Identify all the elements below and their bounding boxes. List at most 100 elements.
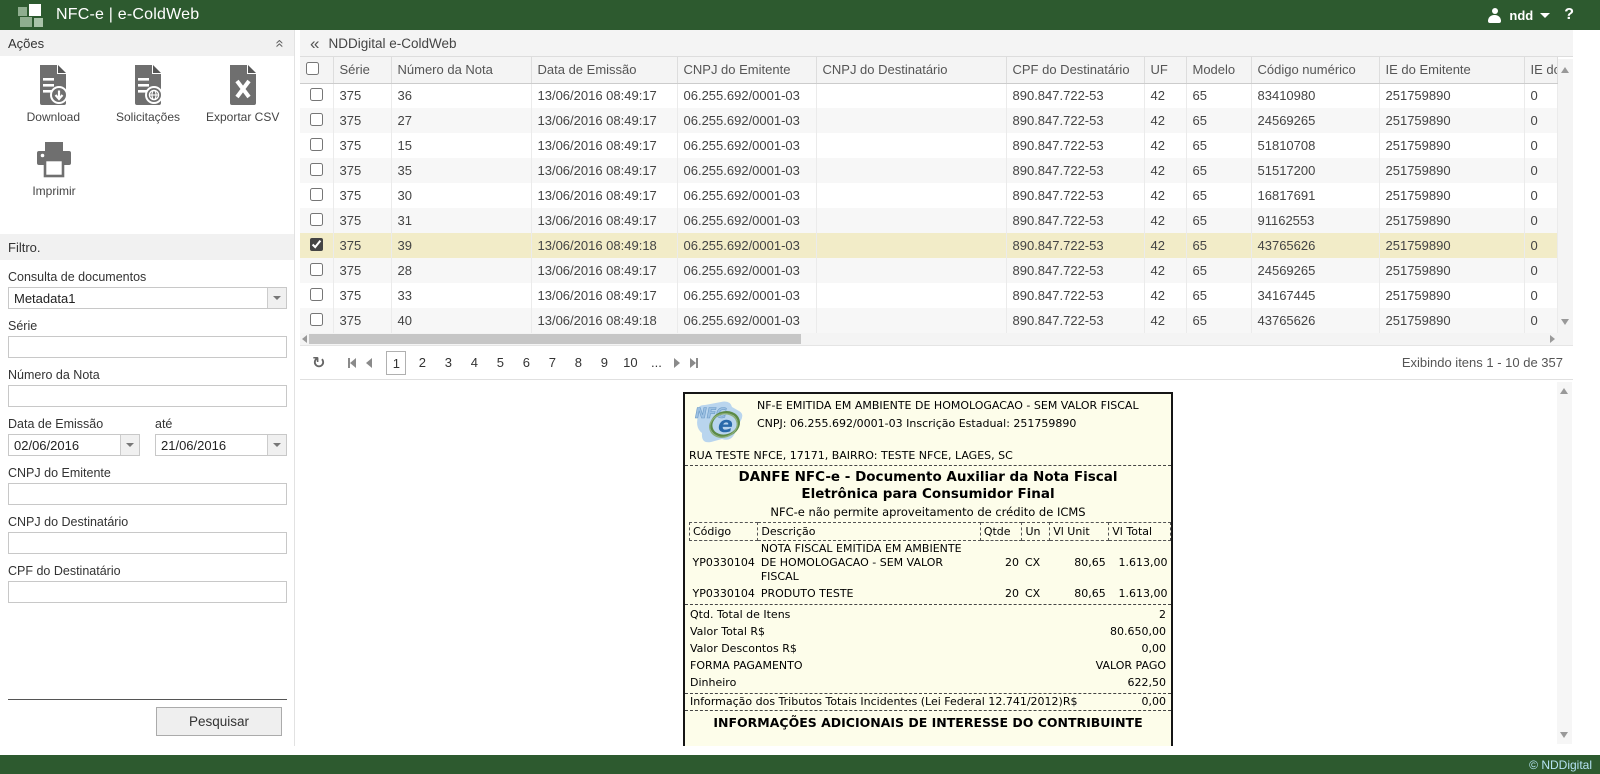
collapse-panel-icon[interactable]: « [272,39,287,47]
page-number[interactable]: 5 [490,351,510,375]
col-ie-destinatario[interactable]: IE do [1524,57,1557,83]
cnpj-emitente-input[interactable] [8,483,287,505]
download-button[interactable]: Download [6,64,101,124]
danfe-total-row: Dinheiro622,50 [685,674,1171,691]
exportar-csv-button[interactable]: Exportar CSV [195,64,290,124]
serie-label: Série [8,319,286,333]
col-modelo[interactable]: Modelo [1186,57,1251,83]
exportar-csv-label: Exportar CSV [206,110,279,124]
danfe-tributos-row: Informação dos Tributos Totais Incidente… [685,693,1171,711]
pesquisar-button[interactable]: Pesquisar [156,707,282,736]
table-row[interactable]: 375 35 13/06/2016 08:49:17 06.255.692/00… [300,158,1557,183]
row-checkbox[interactable] [310,163,323,176]
page-number[interactable]: ... [646,351,666,375]
danfe-col-codigo: Código [690,522,758,540]
page-number[interactable]: 9 [594,351,614,375]
scroll-down-icon[interactable] [1560,732,1568,738]
row-checkbox[interactable] [310,138,323,151]
data-emissao-label: Data de Emissão [8,417,140,431]
row-checkbox[interactable] [310,313,323,326]
row-checkbox[interactable] [310,238,323,251]
scroll-right-icon[interactable] [1550,335,1555,343]
page-number[interactable]: 7 [542,351,562,375]
solicitacoes-label: Solicitações [116,110,180,124]
refresh-icon[interactable]: ↻ [312,353,325,372]
page-number[interactable]: 10 [620,351,640,375]
row-checkbox[interactable] [310,213,323,226]
previous-page-button[interactable] [366,358,372,368]
page-number[interactable]: 2 [412,351,432,375]
sidebar: Ações « Download [0,30,295,746]
grid-horizontal-scrollbar[interactable] [300,333,1573,345]
last-page-button[interactable] [690,358,698,368]
data-emissao-de-select[interactable]: 02/06/2016 [8,434,140,456]
table-row[interactable]: 375 15 13/06/2016 08:49:17 06.255.692/00… [300,133,1557,158]
table-row[interactable]: 375 27 13/06/2016 08:49:17 06.255.692/00… [300,108,1557,133]
user-menu[interactable]: ndd [1487,8,1550,23]
table-row[interactable]: 375 30 13/06/2016 08:49:17 06.255.692/00… [300,183,1557,208]
scroll-down-icon[interactable] [1561,319,1569,325]
col-cnpj-emitente[interactable]: CNPJ do Emitente [677,57,816,83]
cpf-destinatario-input[interactable] [8,581,287,603]
page-list: 12345678910... [383,351,669,375]
app-title: NFC-e | e-ColdWeb [56,6,199,24]
page-number[interactable]: 4 [464,351,484,375]
table-row[interactable]: 375 33 13/06/2016 08:49:17 06.255.692/00… [300,283,1557,308]
table-row[interactable]: 375 39 13/06/2016 08:49:18 06.255.692/00… [300,233,1557,258]
cnpj-destinatario-input[interactable] [8,532,287,554]
consulta-value: Metadata1 [14,291,75,306]
col-cnpj-destinatario[interactable]: CNPJ do Destinatário [816,57,1006,83]
page-number[interactable]: 6 [516,351,536,375]
page-number[interactable]: 8 [568,351,588,375]
danfe-total-row: FORMA PAGAMENTOVALOR PAGO [685,657,1171,674]
data-emissao-ate-select[interactable]: 21/06/2016 [155,434,287,456]
table-row[interactable]: 375 31 13/06/2016 08:49:17 06.255.692/00… [300,208,1557,233]
col-data-emissao[interactable]: Data de Emissão [531,57,677,83]
danfe-address: RUA TESTE NFCE, 17171, BAIRRO: TESTE NFC… [685,447,1171,466]
col-numero-nota[interactable]: Número da Nota [391,57,531,83]
danfe-col-un: Un [1022,522,1050,540]
danfe-cnpj-text: CNPJ: 06.255.692/0001-03 Inscrição Estad… [757,417,1139,431]
collapse-left-icon[interactable]: « [310,35,319,52]
row-checkbox[interactable] [310,188,323,201]
chevron-down-icon[interactable] [267,288,286,308]
table-row[interactable]: 375 40 13/06/2016 08:49:18 06.255.692/00… [300,308,1557,333]
scroll-up-icon[interactable] [1561,67,1569,73]
scrollbar-thumb[interactable] [309,334,801,344]
ate-label: até [155,417,287,431]
col-serie[interactable]: Série [333,57,391,83]
select-all-checkbox[interactable] [306,62,319,75]
table-row[interactable]: 375 28 13/06/2016 08:49:17 06.255.692/00… [300,258,1557,283]
nfce-logo-icon: NFC e [689,397,749,447]
row-checkbox[interactable] [310,88,323,101]
chevron-down-icon[interactable] [120,435,139,455]
preview-vertical-scrollbar[interactable] [1557,382,1572,744]
filter-title: Filtro. [8,240,41,255]
serie-input[interactable] [8,336,287,358]
next-page-button[interactable] [674,358,680,368]
col-ie-emitente[interactable]: IE do Emitente [1379,57,1524,83]
consulta-select[interactable]: Metadata1 [8,287,287,309]
grid-vertical-scrollbar[interactable] [1558,59,1573,333]
col-cpf-destinatario[interactable]: CPF do Destinatário [1006,57,1144,83]
first-page-button[interactable] [348,358,356,368]
table-row[interactable]: 375 36 13/06/2016 08:49:17 06.255.692/00… [300,83,1557,108]
danfe-tributos-label: Informação dos Tributos Totais Incidente… [690,694,1077,710]
page-number[interactable]: 3 [438,351,458,375]
row-checkbox[interactable] [310,113,323,126]
chevron-down-icon[interactable] [267,435,286,455]
scroll-left-icon[interactable] [302,335,307,343]
page-number[interactable]: 1 [386,351,406,375]
imprimir-button[interactable]: Imprimir [6,140,102,198]
solicitacoes-button[interactable]: Solicitações [101,64,196,124]
help-button[interactable]: ? [1564,6,1574,24]
danfe-subtitle: NFC-e não permite aproveitamento de créd… [685,504,1171,522]
numero-nota-input[interactable] [8,385,287,407]
row-checkbox[interactable] [310,288,323,301]
chevron-down-icon [1540,13,1550,18]
scroll-up-icon[interactable] [1560,388,1568,394]
download-label: Download [27,110,80,124]
col-codigo-numerico[interactable]: Código numérico [1251,57,1379,83]
row-checkbox[interactable] [310,263,323,276]
col-uf[interactable]: UF [1144,57,1186,83]
